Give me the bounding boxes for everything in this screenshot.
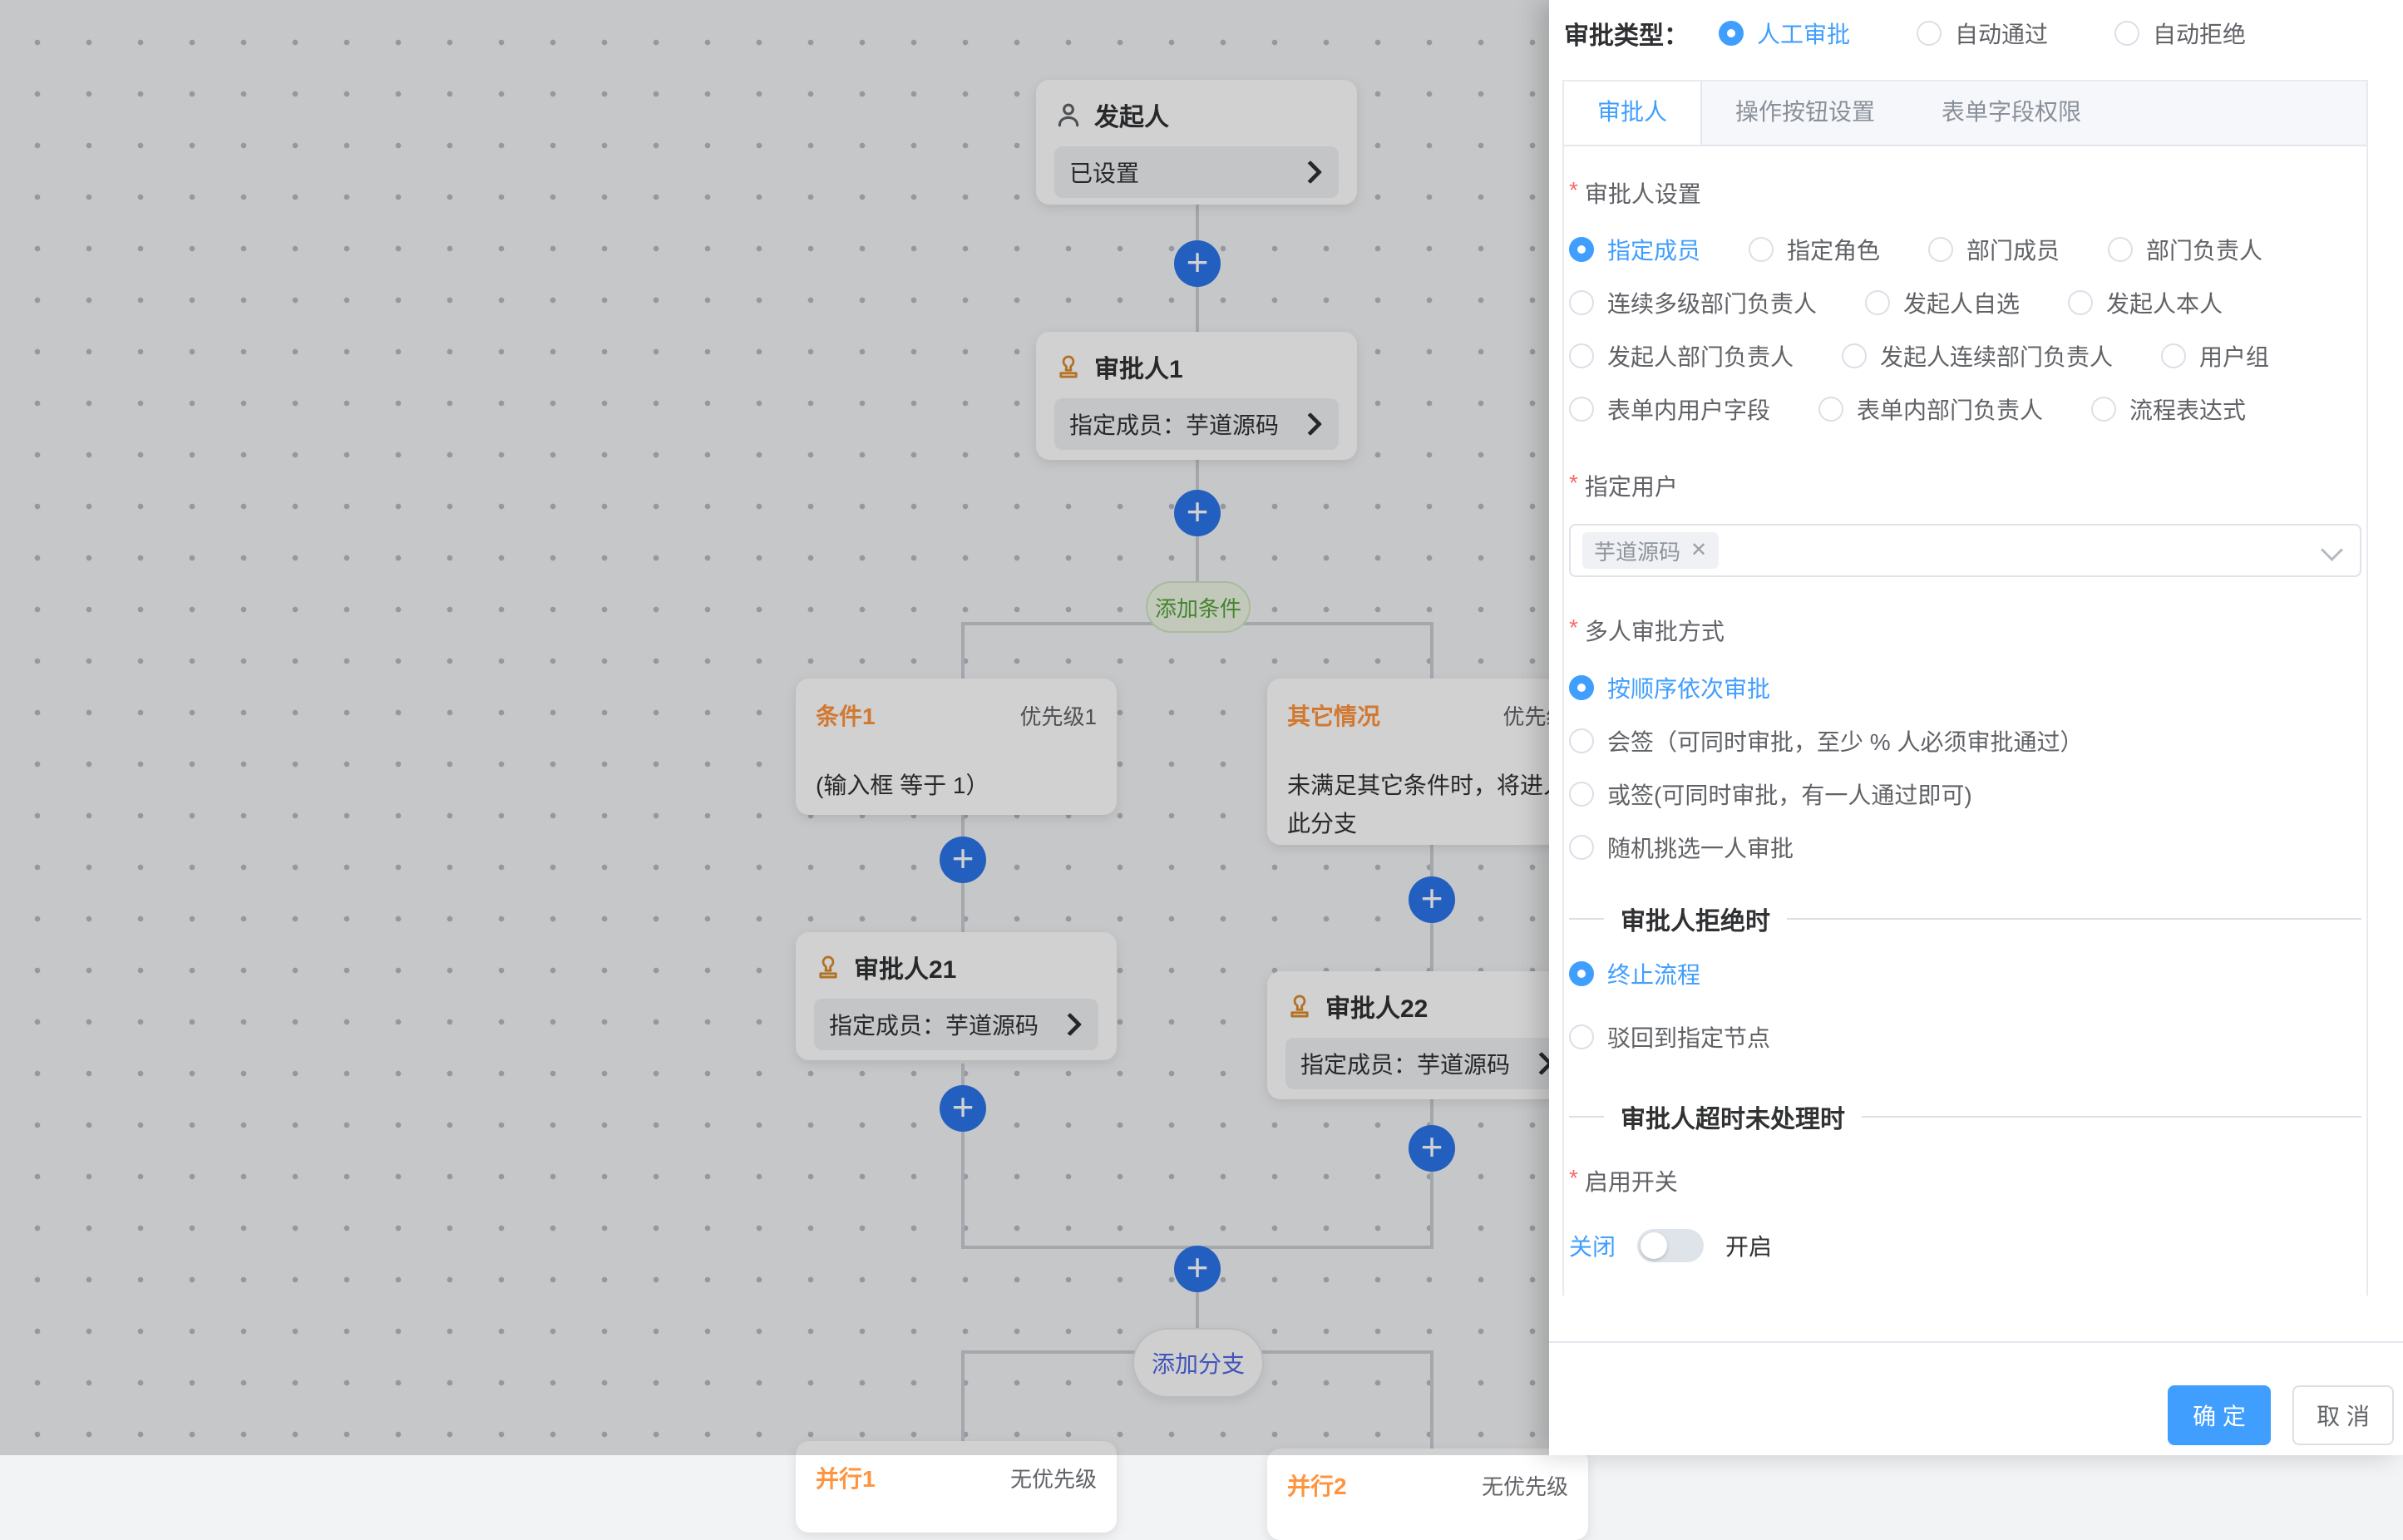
radio-dot [2091,397,2116,422]
settings-tabs: 审批人 操作按钮设置 表单字段权限 * 审批人设置 指定成员 指定角色 [1562,80,2368,1296]
radio-assigned-member[interactable]: 指定成员 [1569,233,1700,266]
radio-starter-select[interactable]: 发起人自选 [1865,286,2020,319]
chevron-down-icon [2321,539,2343,561]
radio-dept-member[interactable]: 部门成员 [1928,233,2060,266]
confirm-button[interactable]: 确 定 [2168,1385,2271,1445]
timeout-enable-switch[interactable] [1637,1229,1704,1262]
radio-dept-leader[interactable]: 部门负责人 [2108,233,2262,266]
radio-dot [1842,343,1867,368]
radio-or-sign[interactable]: 或签(可同时审批，有一人通过即可) [1569,782,2361,807]
radio-dot [2114,21,2139,46]
radio-dot [1928,237,1953,262]
radio-dot [1719,21,1744,46]
footer-divider [1549,1341,2403,1343]
radio-form-user-field[interactable]: 表单内用户字段 [1569,392,1770,426]
radio-countersign[interactable]: 会签（可同时审批，至少 % 人必须审批通过） [1569,728,2361,753]
required-asterisk: * [1569,1164,1578,1192]
radio-dot [1749,237,1774,262]
approval-type-label: 审批类型： [1564,15,1689,52]
radio-dot [2108,237,2133,262]
radio-return-to-node[interactable]: 驳回到指定节点 [1569,1024,2361,1049]
radio-form-dept-leader[interactable]: 表单内部门负责人 [1818,392,2043,426]
radio-dot [1818,397,1843,422]
switch-off-label: 关闭 [1569,1229,1616,1262]
switch-on-label: 开启 [1725,1229,1772,1262]
radio-multi-level-dept-leader[interactable]: 连续多级部门负责人 [1569,286,1817,319]
tab-approver[interactable]: 审批人 [1564,81,1702,145]
node-title: 并行2 [1287,1468,1347,1502]
radio-starter-self[interactable]: 发起人本人 [2068,286,2223,319]
radio-dot [1569,835,1594,860]
radio-dot [1569,675,1594,700]
cancel-button[interactable]: 取 消 [2292,1385,2394,1445]
assigned-user-select[interactable]: 芋道源码 ✕ [1569,524,2361,577]
user-tag: 芋道源码 ✕ [1582,532,1719,569]
radio-terminate-process[interactable]: 终止流程 [1569,961,2361,986]
radio-dot [2068,290,2093,315]
radio-dot [1569,397,1594,422]
radio-auto-reject[interactable]: 自动拒绝 [2114,17,2246,50]
radio-dot [1865,290,1890,315]
radio-dot [1569,1024,1594,1049]
node-title: 并行1 [816,1461,876,1494]
radio-dot [1917,21,1942,46]
required-asterisk: * [1569,614,1578,642]
priority-label: 无优先级 [1010,1463,1097,1493]
tab-form-field-permission[interactable]: 表单字段权限 [1908,81,2114,145]
required-asterisk: * [1569,469,1578,497]
radio-approve-in-order[interactable]: 按顺序依次审批 [1569,675,2361,700]
radio-dot [1569,728,1594,753]
tab-panel-approver: * 审批人设置 指定成员 指定角色 部门成员 部门负责人 [1564,146,2366,1296]
radio-random-one[interactable]: 随机挑选一人审批 [1569,835,2361,860]
radio-auto-pass[interactable]: 自动通过 [1917,17,2048,50]
tag-close-icon[interactable]: ✕ [1690,540,1707,560]
radio-assigned-role[interactable]: 指定角色 [1749,233,1880,266]
reject-section-divider: 审批人拒绝时 [1569,905,2361,933]
approver-setting-label: * 审批人设置 [1569,176,2361,210]
radio-dot [1569,343,1594,368]
radio-user-group[interactable]: 用户组 [2161,339,2269,373]
radio-starter-dept-leader[interactable]: 发起人部门负责人 [1569,339,1794,373]
assigned-user-label: * 指定用户 [1569,469,2361,502]
radio-dot [1569,237,1594,262]
node-card-parallel2[interactable]: 并行2 无优先级 [1267,1449,1588,1540]
priority-label: 无优先级 [1482,1470,1568,1501]
enable-switch-label: * 启用开关 [1569,1164,2361,1197]
radio-dot [1569,290,1594,315]
radio-starter-multi-dept-leader[interactable]: 发起人连续部门负责人 [1842,339,2113,373]
multi-approve-label: * 多人审批方式 [1569,614,2361,647]
radio-process-expression[interactable]: 流程表达式 [2091,392,2246,426]
timeout-section-divider: 审批人超时未处理时 [1569,1103,2361,1131]
approver-settings-drawer: 审批类型： 人工审批 自动通过 自动拒绝 审批人 操作按钮设置 表单字段权限 *… [1549,0,2403,1455]
radio-dot [1569,961,1594,986]
radio-manual-approve[interactable]: 人工审批 [1719,17,1850,50]
required-asterisk: * [1569,176,1578,205]
switch-knob [1641,1232,1667,1259]
tab-button-settings[interactable]: 操作按钮设置 [1702,81,1908,145]
radio-dot [2161,343,2186,368]
radio-dot [1569,782,1594,807]
